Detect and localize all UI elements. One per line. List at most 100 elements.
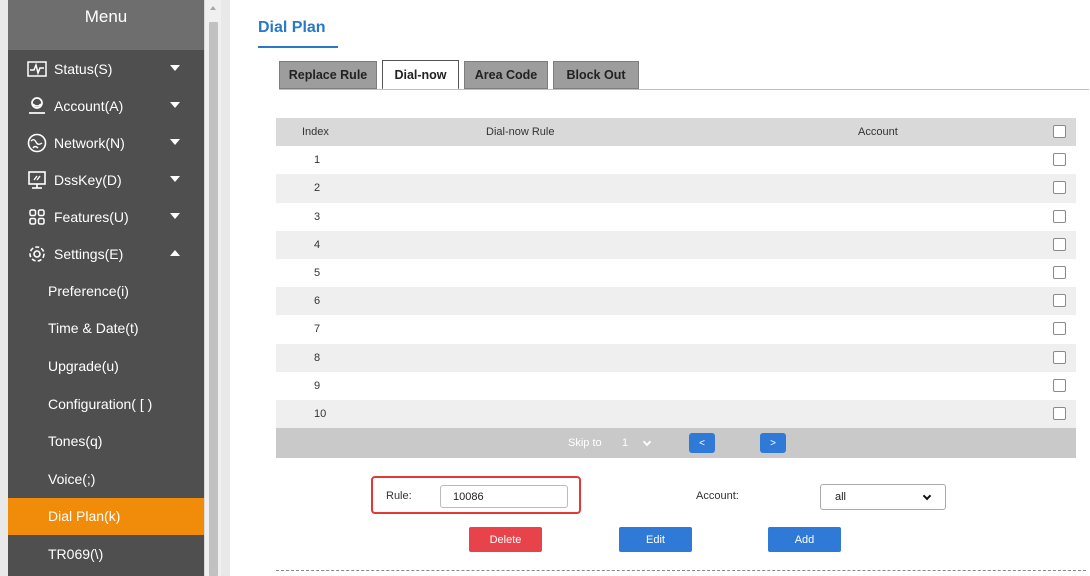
page-select-value: 1: [622, 437, 629, 450]
sidebar-item-tones[interactable]: Tones(q): [8, 422, 204, 460]
dsskey-icon: [26, 169, 48, 191]
sidebar-item-label: Account(A): [54, 97, 124, 114]
select-all-checkbox[interactable]: [1053, 125, 1066, 138]
column-header-account: Account: [858, 126, 898, 138]
account-label: Account:: [696, 490, 739, 502]
table-row[interactable]: 3: [276, 202, 1076, 231]
chevron-down-icon: [170, 139, 180, 145]
row-checkbox[interactable]: [1053, 153, 1066, 167]
sidebar-item-voice[interactable]: Voice(;): [8, 459, 204, 498]
title-underline: [258, 46, 338, 48]
sidebar-item-label: TR069(\): [48, 545, 104, 562]
row-index: 9: [314, 379, 321, 392]
sidebar-item-label: Network(N): [54, 134, 125, 151]
row-checkbox[interactable]: [1053, 350, 1066, 364]
chevron-down-icon: [642, 437, 652, 447]
row-index: 6: [314, 295, 321, 308]
row-index: 5: [314, 266, 321, 279]
table-row[interactable]: 8: [276, 343, 1076, 372]
sidebar-item-status[interactable]: Status(S): [8, 50, 204, 87]
tab-dial-now[interactable]: Dial-now: [382, 60, 459, 90]
sidebar-item-label: DssKey(D): [54, 171, 122, 188]
row-checkbox[interactable]: [1053, 237, 1066, 251]
chevron-down-icon: [922, 491, 932, 501]
sidebar-item-label: Settings(E): [54, 245, 124, 262]
tab-area-code[interactable]: Area Code: [464, 61, 548, 89]
sidebar-item-preference[interactable]: Preference(i): [8, 272, 204, 310]
table-row[interactable]: 1: [276, 146, 1076, 175]
sidebar-item-label: Voice(;): [48, 470, 96, 487]
sidebar-scrollbar[interactable]: [204, 0, 221, 576]
row-checkbox[interactable]: [1053, 181, 1066, 195]
row-index: 7: [314, 323, 321, 336]
scroll-up-arrow-icon[interactable]: [210, 6, 216, 10]
pulse-icon: [26, 58, 48, 80]
row-index: 2: [314, 182, 321, 195]
table-row[interactable]: 10: [276, 399, 1076, 429]
settings-icon: [26, 243, 48, 265]
menu-header: Menu: [8, 0, 204, 50]
row-index: 1: [314, 154, 321, 167]
add-button[interactable]: Add: [768, 527, 841, 552]
table-row[interactable]: 2: [276, 174, 1076, 203]
row-index: 3: [314, 210, 321, 223]
page-title: Dial Plan: [258, 19, 326, 36]
network-icon: [26, 132, 48, 154]
features-icon: [26, 206, 48, 228]
sidebar-item-label: Status(S): [54, 60, 113, 77]
main-content: Dial Plan Replace Rule Dial-now Area Cod…: [230, 0, 1090, 576]
tab-block-out[interactable]: Block Out: [553, 61, 639, 89]
row-checkbox[interactable]: [1053, 378, 1066, 392]
table-row[interactable]: 7: [276, 315, 1076, 344]
sidebar-item-dial-plan[interactable]: Dial Plan(k): [8, 497, 204, 536]
row-checkbox[interactable]: [1053, 322, 1066, 336]
sidebar-item-label: Preference(i): [48, 282, 129, 299]
table-row[interactable]: 9: [276, 371, 1076, 400]
edit-button[interactable]: Edit: [619, 527, 692, 552]
sidebar-item-configuration[interactable]: Configuration( [ ): [8, 384, 204, 423]
sidebar-item-account[interactable]: Account(A): [8, 87, 204, 124]
rule-input[interactable]: [440, 485, 568, 508]
column-header-index: Index: [302, 126, 329, 138]
sidebar-item-label: Configuration( [ ): [48, 395, 153, 412]
row-index: 8: [314, 351, 321, 364]
sidebar-item-upgrade[interactable]: Upgrade(u): [8, 347, 204, 385]
sidebar-item-tr069[interactable]: TR069(\): [8, 535, 204, 573]
sidebar-item-network[interactable]: Network(N): [8, 124, 204, 161]
row-checkbox[interactable]: [1053, 406, 1066, 420]
chevron-down-icon: [170, 102, 180, 108]
rule-label: Rule:: [386, 490, 412, 502]
row-checkbox[interactable]: [1053, 265, 1066, 279]
table-row[interactable]: 5: [276, 258, 1076, 288]
chevron-down-icon: [170, 213, 180, 219]
row-checkbox[interactable]: [1053, 209, 1066, 223]
sidebar-item-label: Time & Date(t): [48, 320, 139, 337]
sidebar-item-label: Tones(q): [48, 433, 103, 450]
table-row[interactable]: 4: [276, 230, 1076, 259]
sidebar-item-dsskey[interactable]: DssKey(D): [8, 161, 204, 198]
page-select[interactable]: 1: [618, 433, 666, 453]
prev-page-button[interactable]: <: [689, 433, 715, 454]
account-icon: [26, 95, 48, 117]
account-select[interactable]: all: [820, 484, 946, 510]
dial-now-table: Index Dial-now Rule Account 1 2 3 4 5 6 …: [276, 118, 1076, 459]
tab-divider: [279, 89, 1089, 90]
sidebar-item-time-date[interactable]: Time & Date(t): [8, 309, 204, 348]
sidebar-item-features[interactable]: Features(U): [8, 198, 204, 235]
sidebar-item-settings[interactable]: Settings(E): [8, 235, 204, 272]
column-header-rule: Dial-now Rule: [486, 126, 555, 138]
chevron-up-icon: [170, 250, 180, 256]
pagination-bar: Skip to 1 < >: [276, 428, 1076, 459]
delete-button[interactable]: Delete: [469, 527, 542, 552]
row-index: 4: [314, 238, 321, 251]
table-row[interactable]: 6: [276, 287, 1076, 316]
next-page-button[interactable]: >: [760, 433, 786, 454]
menu-title: Menu: [84, 7, 128, 26]
tab-replace-rule[interactable]: Replace Rule: [279, 61, 377, 89]
scrollbar-thumb[interactable]: [209, 22, 218, 576]
skip-to-label: Skip to: [568, 437, 602, 450]
row-index: 10: [314, 407, 327, 420]
table-header-row: Index Dial-now Rule Account: [276, 118, 1076, 147]
chevron-down-icon: [170, 65, 180, 71]
row-checkbox[interactable]: [1053, 294, 1066, 308]
